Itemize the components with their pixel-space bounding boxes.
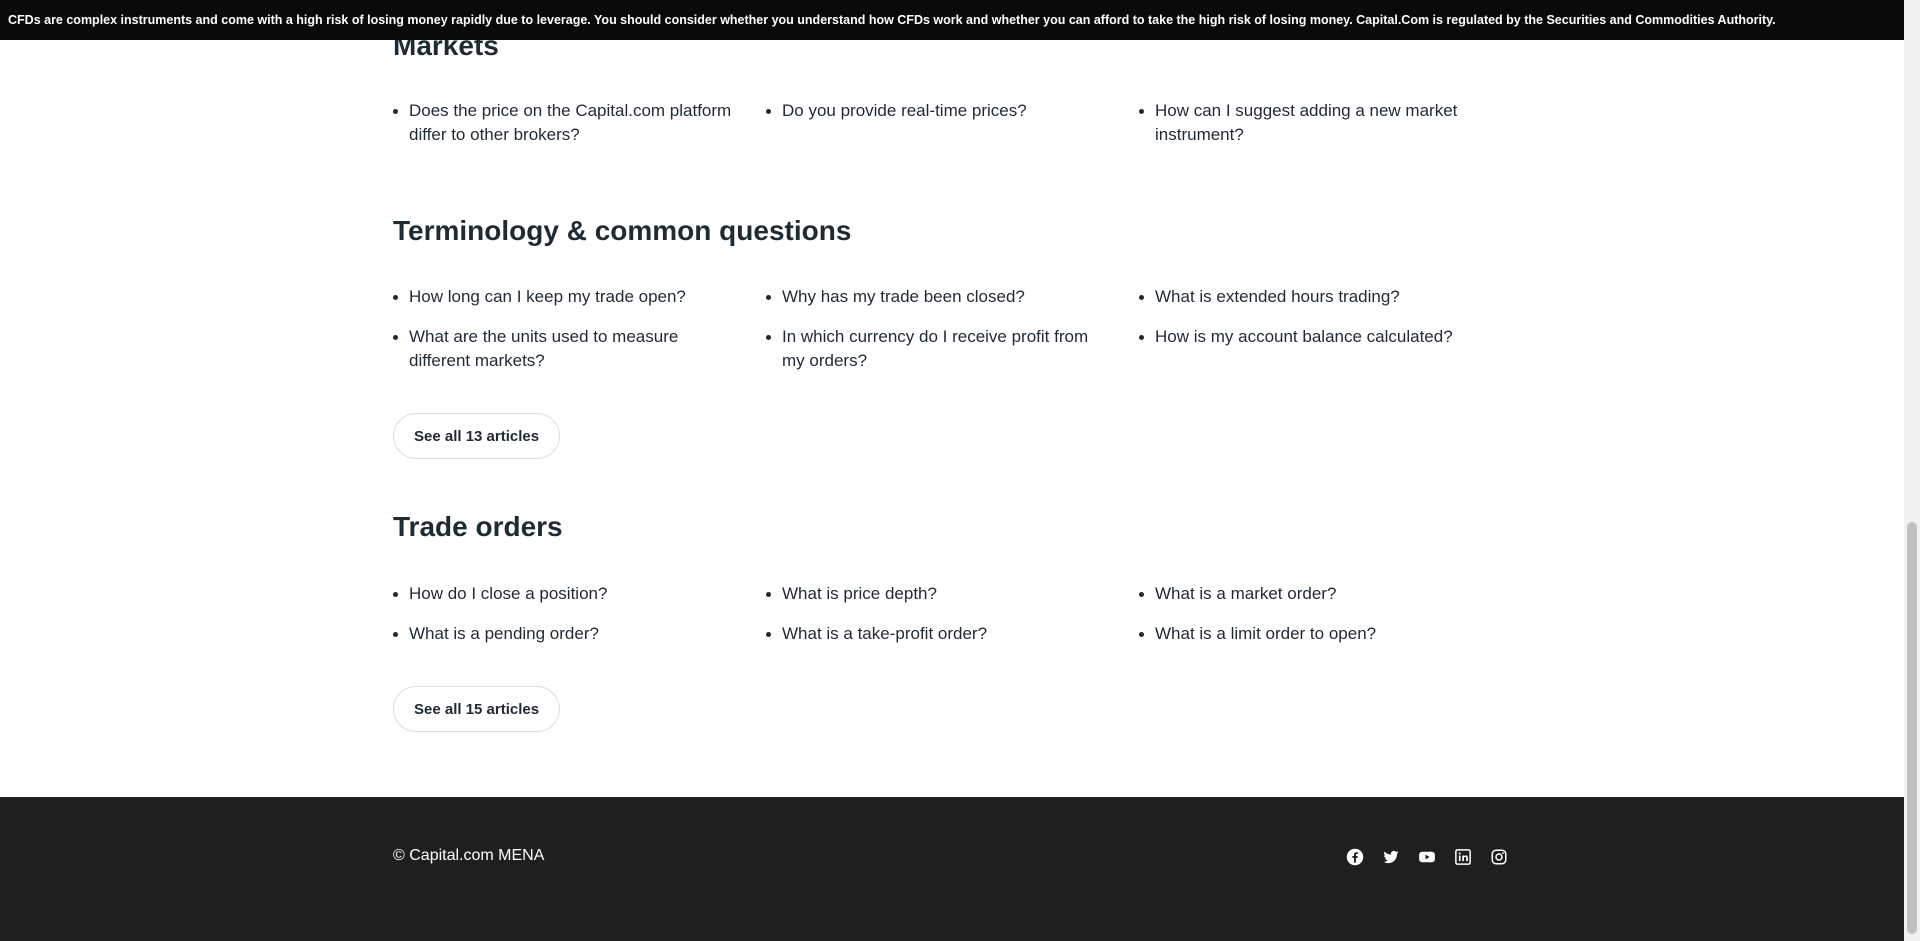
list-item: Why has my trade been closed? [766,285,1111,309]
list-item: How do I close a position? [393,582,738,606]
list-item: Do you provide real-time prices? [766,99,1111,123]
youtube-icon[interactable] [1416,846,1438,868]
footer: © Capital.com MENA [0,797,1904,941]
list-item: How is my account balance calculated? [1139,325,1484,349]
list-item: What is extended hours trading? [1139,285,1484,309]
list-item: What is price depth? [766,582,1111,606]
article-link[interactable]: Does the price on the Capital.com platfo… [409,101,731,144]
instagram-icon[interactable] [1488,846,1510,868]
article-link[interactable]: How do I close a position? [409,584,607,603]
list-item: What is a take-profit order? [766,622,1111,646]
list-item: What is a market order? [1139,582,1484,606]
twitter-icon[interactable] [1380,846,1402,868]
footer-copyright: © Capital.com MENA [393,847,545,864]
list-item: What are the units used to measure diffe… [393,325,738,373]
article-link[interactable]: Why has my trade been closed? [782,287,1025,306]
section-title-terminology: Terminology & common questions [393,215,852,246]
see-all-articles-button[interactable]: See all 13 articles [393,413,561,459]
article-link[interactable]: What is a market order? [1155,584,1336,603]
article-link[interactable]: What is price depth? [782,584,937,603]
article-link[interactable]: How long can I keep my trade open? [409,287,686,306]
see-all-articles-button[interactable]: See all 15 articles [393,686,561,732]
article-link[interactable]: What is a pending order? [409,624,599,643]
article-link[interactable]: What is a take-profit order? [782,624,987,643]
social-links [1344,846,1510,868]
article-link[interactable]: What is extended hours trading? [1155,287,1400,306]
list-item: Does the price on the Capital.com platfo… [393,99,738,147]
facebook-icon[interactable] [1344,846,1366,868]
article-link[interactable]: What is a limit order to open? [1155,624,1376,643]
article-link[interactable]: How is my account balance calculated? [1155,327,1453,346]
page-scrollbar[interactable] [1904,0,1920,941]
risk-warning-banner: CFDs are complex instruments and come wi… [0,0,1904,40]
scrollbar-thumb[interactable] [1907,522,1917,934]
linkedin-icon[interactable] [1452,846,1474,868]
list-item: What is a pending order? [393,622,738,646]
list-item: How can I suggest adding a new market in… [1139,99,1484,147]
section-title-trade-orders: Trade orders [393,511,563,542]
list-item: How long can I keep my trade open? [393,285,738,309]
article-link[interactable]: In which currency do I receive profit fr… [782,327,1088,370]
article-link[interactable]: How can I suggest adding a new market in… [1155,101,1457,144]
list-item: In which currency do I receive profit fr… [766,325,1111,373]
article-link[interactable]: What are the units used to measure diffe… [409,327,678,370]
article-link[interactable]: Do you provide real-time prices? [782,101,1027,120]
list-item: What is a limit order to open? [1139,622,1484,646]
